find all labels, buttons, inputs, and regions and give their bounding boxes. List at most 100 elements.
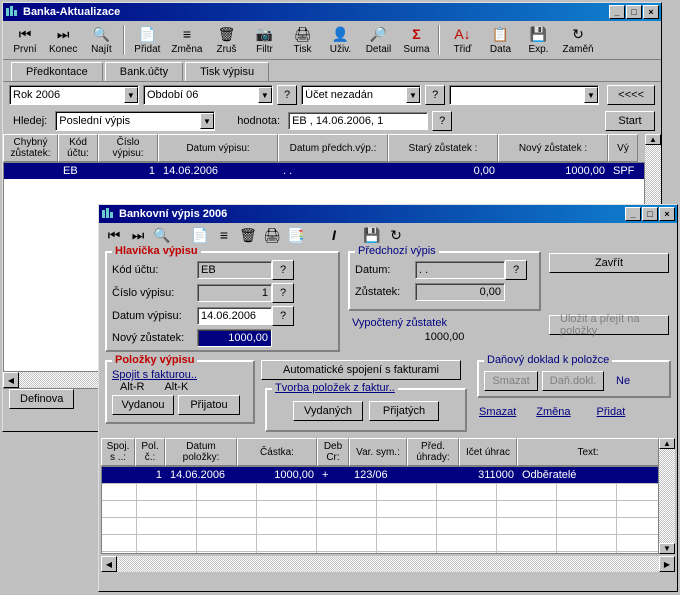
copy-icon[interactable]: 📑 [287, 226, 305, 244]
dan-smazat-button[interactable]: Smazat [484, 371, 538, 391]
first-button[interactable]: ⏮První [7, 23, 43, 57]
find-button[interactable]: 🔍Najít [83, 23, 119, 57]
col-predch[interactable]: Datum předch.výp.: [278, 134, 388, 162]
child-scroll-down[interactable]: ▼ [659, 543, 675, 554]
extra-combo[interactable]: ▼ [449, 85, 599, 105]
search-combo[interactable]: ▼ [55, 111, 215, 131]
child-minimize-button[interactable]: _ [625, 207, 641, 221]
tab-bankucty[interactable]: Bank.účty [105, 62, 183, 81]
child-scroll-track-h[interactable] [117, 556, 659, 572]
extra-input[interactable] [450, 89, 583, 101]
col-vy[interactable]: Vý [608, 134, 638, 162]
ccol-castka[interactable]: Částka: [237, 438, 317, 466]
prijatych-button[interactable]: Přijatých [369, 401, 439, 421]
main-grid-row[interactable]: EB 1 14.06.2006 . . 0,00 1000,00 SPF [4, 163, 644, 179]
chevron-down-icon[interactable]: ▼ [258, 87, 272, 103]
chevron-down-icon[interactable]: ▼ [124, 87, 138, 103]
zmena-link[interactable]: Změna [536, 406, 570, 418]
zavrit-button[interactable]: Zavřít [549, 253, 669, 273]
period-input[interactable] [144, 89, 258, 101]
filter-button[interactable]: 📷Filtr [246, 23, 282, 57]
trash-icon[interactable]: 🗑 [239, 226, 257, 244]
last-icon[interactable]: ⏭ [129, 226, 147, 244]
scroll-left-button[interactable]: ◀ [3, 372, 19, 388]
period-combo[interactable]: ▼ [143, 85, 273, 105]
child-maximize-button[interactable]: □ [642, 207, 658, 221]
child-scroll-right[interactable]: ▶ [659, 556, 675, 572]
ccol-pred[interactable]: Před. úhrady: [407, 438, 459, 466]
account-help-button[interactable]: ? [425, 85, 445, 105]
minimize-button[interactable]: _ [609, 5, 625, 19]
child-scroll-up[interactable]: ▲ [659, 438, 675, 449]
definovat-button[interactable]: Definova [9, 389, 74, 409]
col-kod[interactable]: Kód účtu: [58, 134, 98, 162]
spojit-link[interactable]: Spojit s fakturou.. [112, 369, 248, 381]
account-combo[interactable]: ▼ [301, 85, 421, 105]
pred-help-button[interactable]: ? [505, 260, 527, 280]
pridat-link[interactable]: Přidat [597, 406, 626, 418]
dan-dokl-button[interactable]: Daň.dokl. [542, 371, 604, 391]
new-doc-icon[interactable]: 📄 [191, 226, 209, 244]
value-field[interactable]: EB , 14.06.2006, 1 [288, 112, 428, 130]
prijatou-button[interactable]: Přijatou [178, 395, 240, 415]
export-button[interactable]: 💾Exp. [520, 23, 556, 57]
child-scroll-track-v[interactable] [659, 449, 675, 543]
change-button[interactable]: ≡Změna [167, 23, 206, 57]
save-icon[interactable]: 💾 [363, 226, 381, 244]
ccol-deb[interactable]: Deb Cr: [317, 438, 349, 466]
scroll-up-button[interactable]: ▲ [645, 134, 661, 145]
add-button[interactable]: 📄Přidat [129, 23, 165, 57]
ccol-datum[interactable]: Datum položky: [165, 438, 237, 466]
maximize-button[interactable]: □ [626, 5, 642, 19]
child-close-button[interactable]: × [659, 207, 675, 221]
year-input[interactable] [10, 89, 124, 101]
close-button[interactable]: × [643, 5, 659, 19]
col-cislo[interactable]: Číslo výpisu: [98, 134, 158, 162]
tab-predkontace[interactable]: Předkontace [11, 62, 103, 81]
vydanou-button[interactable]: Vydanou [112, 395, 174, 415]
sum-button[interactable]: ΣSuma [398, 23, 434, 57]
search-icon[interactable]: 🔍 [153, 226, 171, 244]
swap-button[interactable]: ↻Zaměň [558, 23, 597, 57]
ccol-spoj[interactable]: Spoj. s ..: [101, 438, 135, 466]
chevron-down-icon[interactable]: ▼ [406, 87, 420, 103]
datum-help-button[interactable]: ? [272, 306, 294, 326]
delete-button[interactable]: 🗑Zruš [208, 23, 244, 57]
account-input[interactable] [302, 89, 406, 101]
col-stary[interactable]: Starý zůstatek : [388, 134, 498, 162]
print-button[interactable]: 🖨Tisk [284, 23, 320, 57]
child-grid-row[interactable]: 1 14.06.2006 1000,00 + 123/06 311000 Odb… [102, 467, 658, 483]
user-button[interactable]: 👤Uživ. [322, 23, 358, 57]
col-novy[interactable]: Nový zůstatek : [498, 134, 608, 162]
novy-field[interactable]: 1000,00 [197, 329, 272, 347]
tab-tiskvypisu[interactable]: Tisk výpisu [185, 62, 269, 81]
year-combo[interactable]: ▼ [9, 85, 139, 105]
ulozit-button[interactable]: Uložit a přejít na položky [549, 315, 669, 335]
search-input[interactable] [56, 115, 199, 127]
col-datum[interactable]: Datum výpisu: [158, 134, 278, 162]
refresh-icon[interactable]: ↻ [387, 226, 405, 244]
back-button[interactable]: <<<< [607, 85, 655, 105]
ccol-text[interactable]: Text: [517, 438, 659, 466]
start-button[interactable]: Start [605, 111, 655, 131]
sort-button[interactable]: A↓Třiď [444, 23, 480, 57]
last-button[interactable]: ⏭Konec [45, 23, 81, 57]
period-help-button[interactable]: ? [277, 85, 297, 105]
list-icon[interactable]: ≡ [215, 226, 233, 244]
chevron-down-icon[interactable]: ▼ [584, 87, 599, 103]
child-scroll-left[interactable]: ◀ [101, 556, 117, 572]
auto-spojeni-button[interactable]: Automatické spojení s fakturami [261, 360, 461, 380]
ccol-icet[interactable]: Ičet úhrac [459, 438, 517, 466]
col-chybny[interactable]: Chybný zůstatek: [3, 134, 58, 162]
kod-help-button[interactable]: ? [272, 260, 294, 280]
data-button[interactable]: 📋Data [482, 23, 518, 57]
value-help-button[interactable]: ? [432, 111, 452, 131]
smazat-link[interactable]: Smazat [479, 406, 516, 418]
ccol-pol[interactable]: Pol. č.: [135, 438, 165, 466]
tvorba-title[interactable]: Tvorba položek z faktur.. [272, 382, 398, 394]
printer-icon[interactable]: 🖨 [263, 226, 281, 244]
italic-icon[interactable]: I [325, 226, 343, 244]
datum-field[interactable]: 14.06.2006 [197, 307, 272, 325]
vydanych-button[interactable]: Vydaných [293, 401, 363, 421]
cislo-help-button[interactable]: ? [272, 283, 294, 303]
